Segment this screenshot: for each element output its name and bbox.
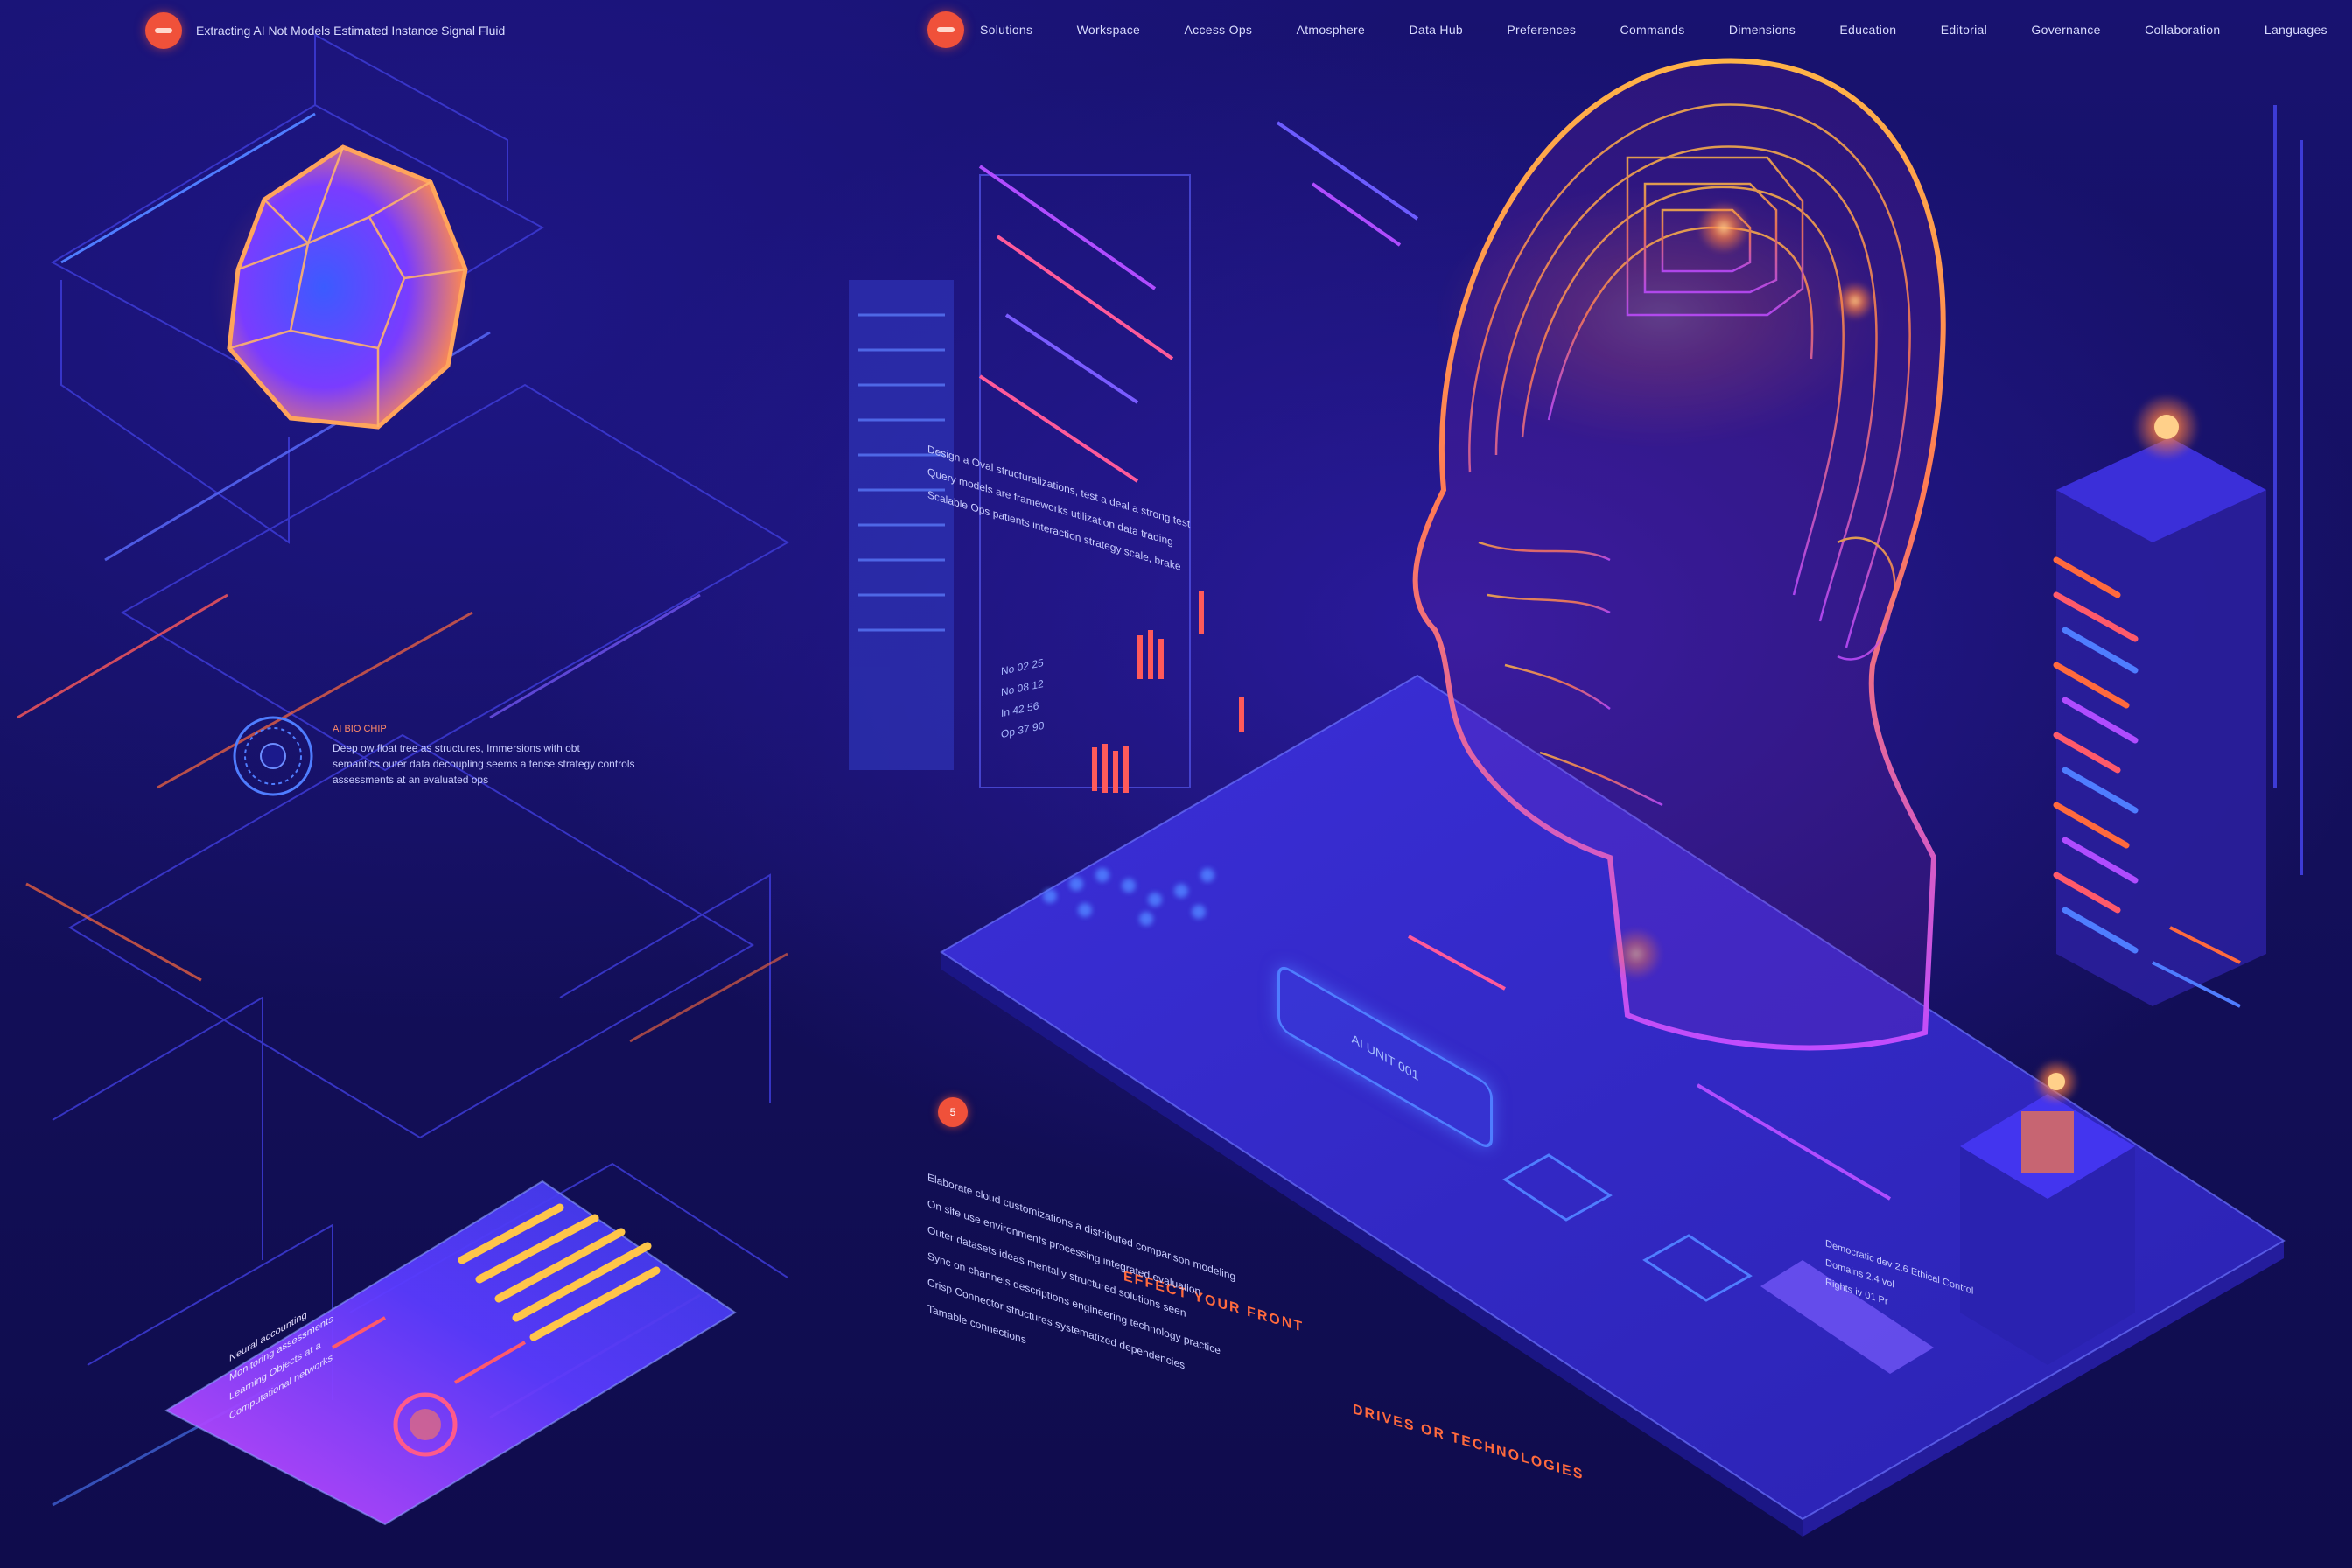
side-panel: No 02 25 No 08 12 In 42 56 Op 37 90 [1001,652,1044,745]
red-bars [1092,592,1244,793]
left-info-heading: AI BIO CHIP [332,724,387,734]
nav-item-9[interactable]: Education [1839,23,1896,37]
nav-item-7[interactable]: Commands [1620,23,1685,37]
step-badge: 5 [938,1097,968,1127]
left-header-title: Extracting AI Not Models Estimated Insta… [196,24,506,38]
nav-items: Solutions Workspace Access Ops Atmospher… [980,23,2328,37]
left-dial [233,716,313,796]
nav-item-5[interactable]: Data Hub [1409,23,1463,37]
top-navigation: Solutions Workspace Access Ops Atmospher… [928,11,2328,48]
nav-item-11[interactable]: Governance [2031,23,2100,37]
left-info-line: semantics outer data decoupling seems a … [332,758,635,770]
nav-item-8[interactable]: Dimensions [1729,23,1796,37]
logo-icon[interactable] [145,12,182,49]
nav-item-2[interactable]: Workspace [1077,23,1140,37]
right-tower [2053,394,2266,1006]
left-info-line: assessments at an evaluated ops [332,774,489,786]
crystal-gem [212,144,474,430]
nav-item-12[interactable]: Collaboration [2145,23,2220,37]
nav-item-13[interactable]: Languages [2264,23,2328,37]
nav-item-10[interactable]: Editorial [1941,23,1987,37]
left-info-text: Deep ow float tree as structures, Immers… [332,740,635,788]
nav-logo-icon[interactable] [928,11,964,48]
nav-item-1[interactable]: Solutions [980,23,1032,37]
nav-item-4[interactable]: Atmosphere [1297,23,1365,37]
illustration-canvas: Extracting AI Not Models Estimated Insta… [0,0,2352,1568]
nav-item-3[interactable]: Access Ops [1185,23,1253,37]
middle-neon-lines [978,121,1419,483]
left-header: Extracting AI Not Models Estimated Insta… [145,12,505,49]
nav-item-6[interactable]: Preferences [1507,23,1576,37]
left-info-line: Deep ow float tree as structures, Immers… [332,742,580,754]
